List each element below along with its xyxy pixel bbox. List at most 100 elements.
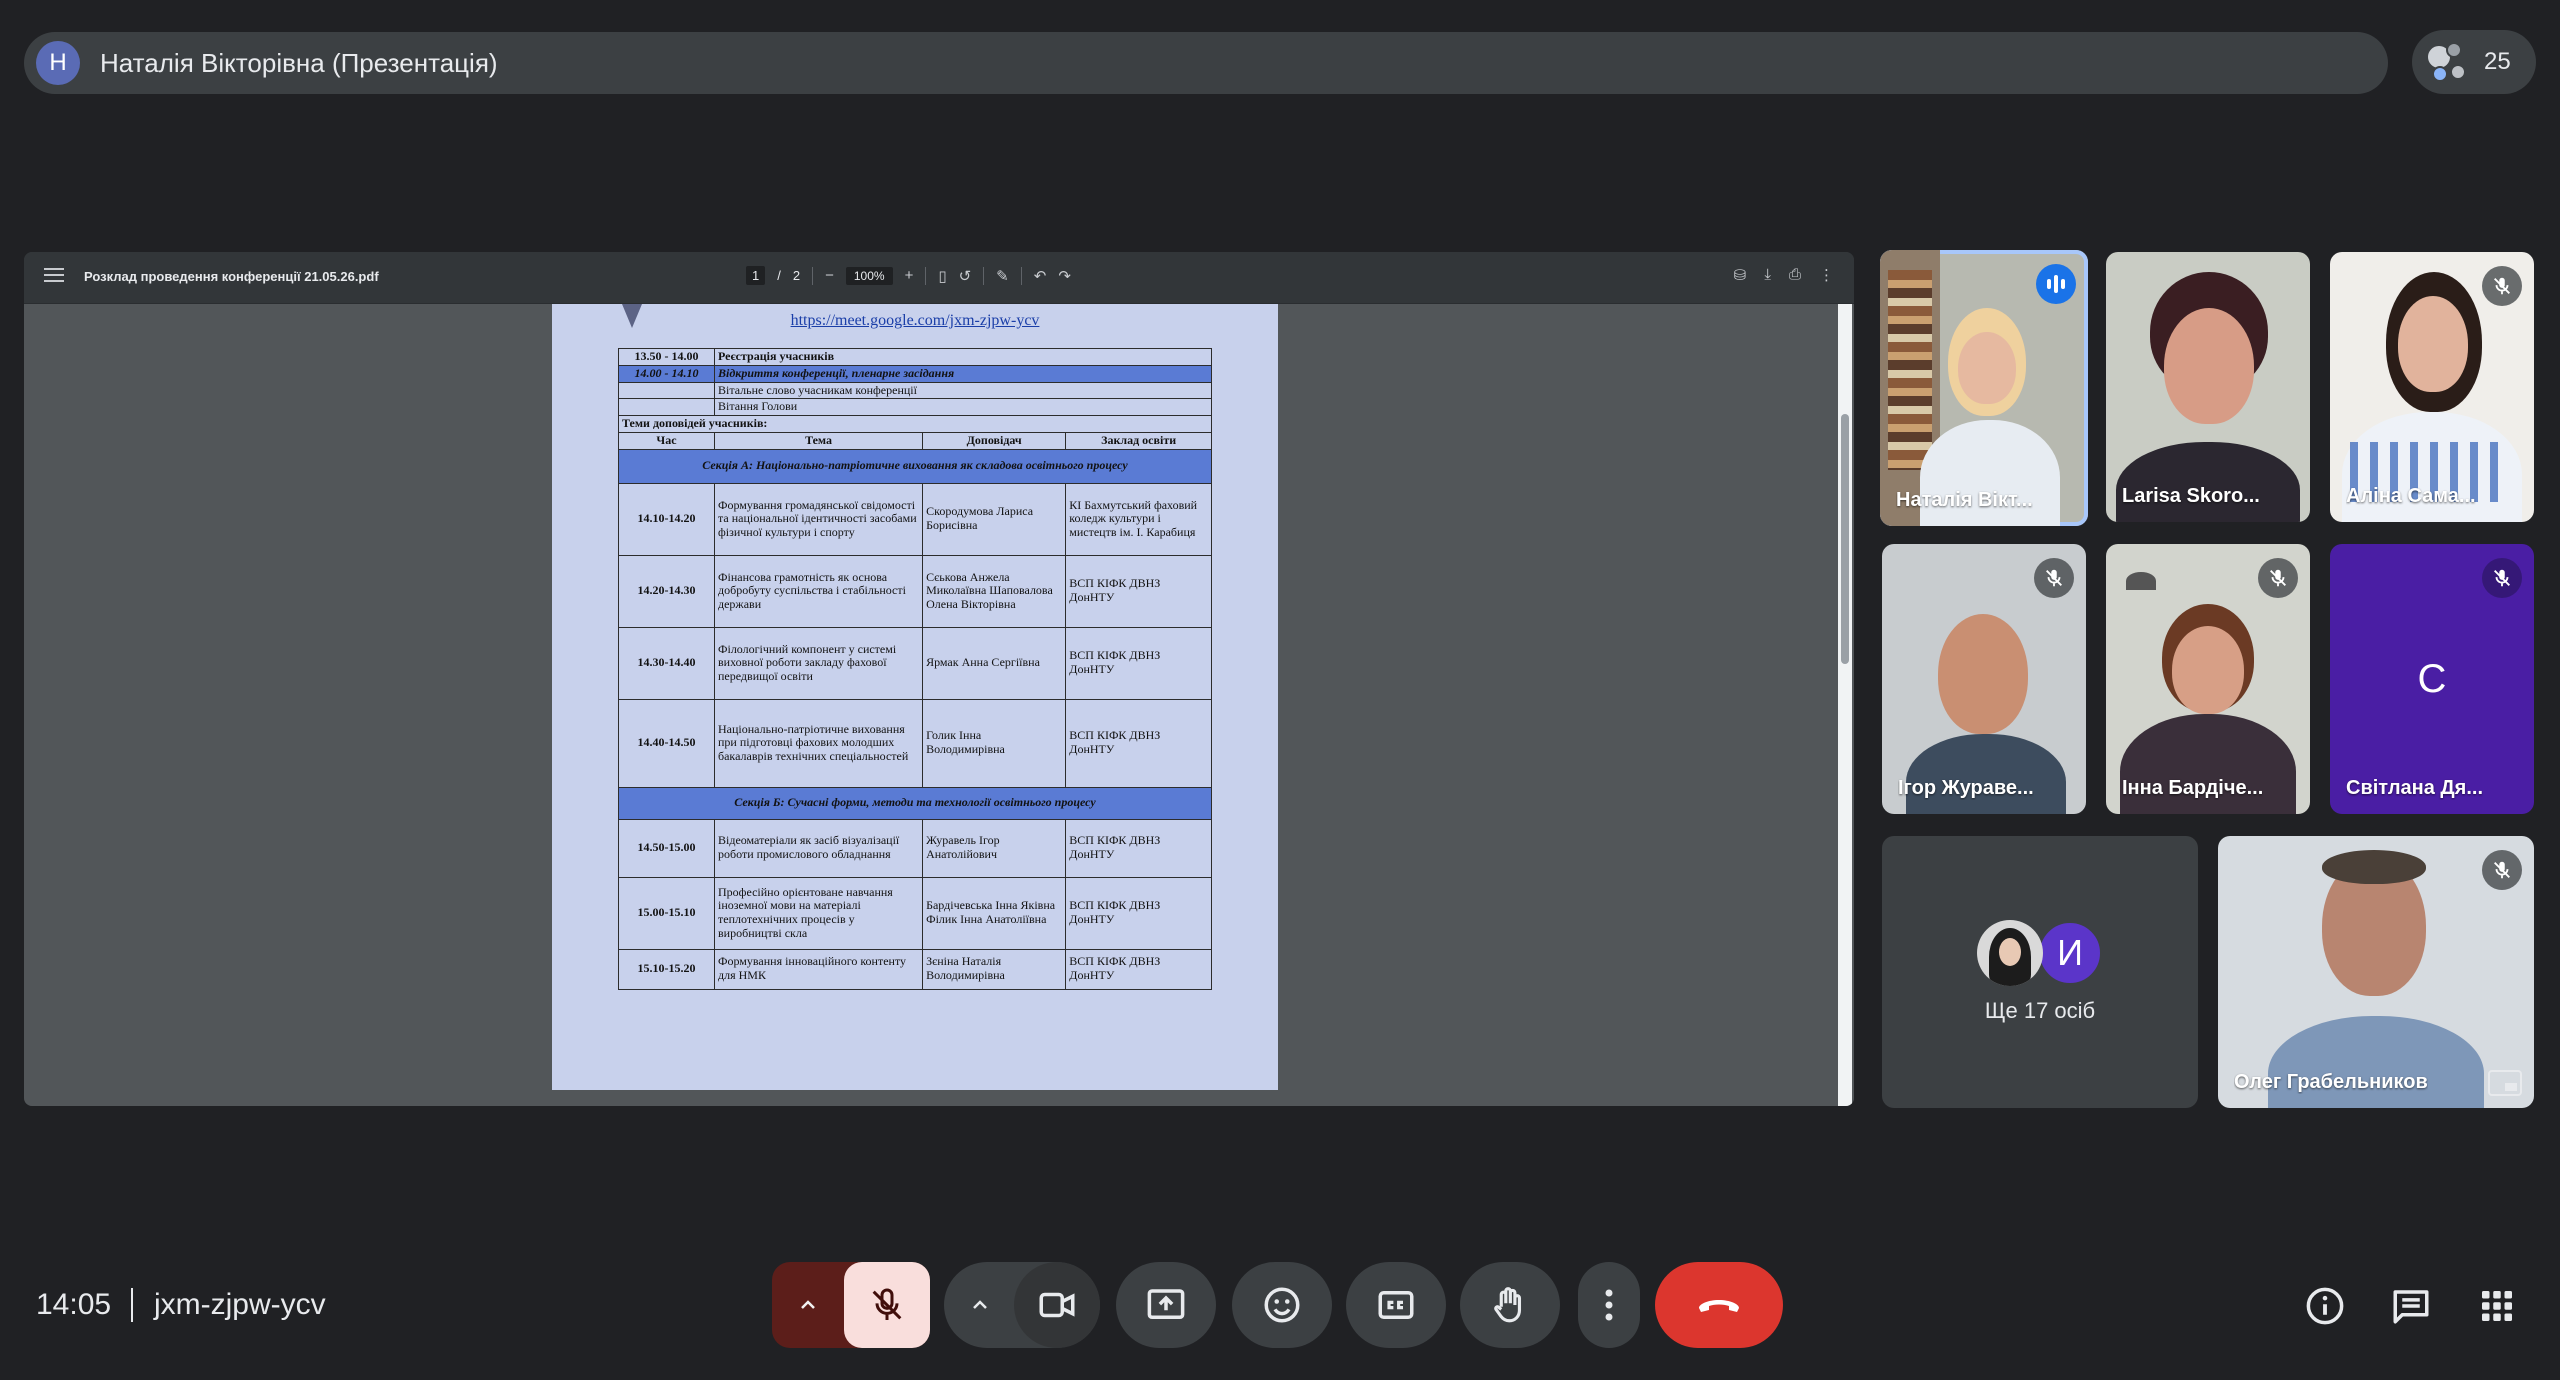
schedule-table: 13.50 - 14.00 Реєстрація учасників 14.00…: [618, 348, 1212, 990]
section-a-title: Секція А: Національно-патріотичне вихова…: [618, 448, 1212, 484]
picture-in-picture-icon[interactable]: [2488, 1070, 2522, 1096]
zoom-in-icon[interactable]: +: [905, 267, 914, 284]
topic-cell: Філологічний компонент у системі виховно…: [713, 626, 924, 700]
divider: [131, 1288, 133, 1322]
divider: [812, 266, 814, 285]
presenter-avatar: Н: [36, 41, 80, 85]
table-row: 14.20-14.30 Фінансова грамотність як осн…: [618, 554, 1212, 628]
meeting-details-button[interactable]: [2302, 1283, 2348, 1329]
speaker-cell: Журавель Ігор Анатолійович: [922, 818, 1067, 878]
download-icon[interactable]: ⤓: [1764, 266, 1771, 284]
participant-tile[interactable]: Інна Бардіче...: [2106, 544, 2310, 814]
pdf-actions: ⛁ ⤓ ⎙ ⋮: [1734, 266, 1834, 284]
page-number-input[interactable]: 1: [746, 266, 766, 285]
table-row: 15.00-15.10 Професійно орієнтоване навча…: [618, 876, 1212, 950]
topic-cell: Формування громадянської свідомості та н…: [713, 482, 924, 556]
camera-control: [944, 1262, 1100, 1348]
text-cell: Вітальне слово учасникам конференції: [714, 381, 1212, 400]
time-cell: 14.00 - 14.10: [618, 364, 715, 383]
save-icon[interactable]: ⛁: [1734, 266, 1747, 284]
raise-hand-button[interactable]: [1460, 1262, 1560, 1348]
presenter-bar[interactable]: Н Наталія Вікторівна (Презентація): [24, 32, 2388, 94]
time-cell: 14.40-14.50: [618, 698, 715, 788]
mic-off-icon: [872, 1288, 902, 1320]
school-cell: ВСП КІФК ДВНЗ ДонНТУ: [1065, 818, 1212, 878]
header-cell: Доповідач: [922, 431, 1067, 450]
section-row: Секція А: Національно-патріотичне вихова…: [618, 448, 1212, 484]
time-cell: 14.20-14.30: [618, 554, 715, 628]
participant-tile[interactable]: С Світлана Дя...: [2330, 544, 2534, 814]
participant-name: Larisa Skoro...: [2122, 485, 2260, 507]
topic-cell: Фінансова грамотність як основа добробут…: [713, 554, 924, 628]
rotate-icon[interactable]: ↺: [959, 267, 972, 285]
scrollbar-thumb[interactable]: [1841, 414, 1849, 664]
time-cell: 15.10-15.20: [618, 948, 715, 990]
videocam-icon: [1039, 1292, 1075, 1318]
redo-icon[interactable]: ↷: [1058, 267, 1071, 285]
camera-button[interactable]: [1014, 1262, 1100, 1348]
text-cell: Вітання Голови: [714, 398, 1212, 417]
meeting-clock: 14:05: [36, 1288, 112, 1321]
participant-name: Наталія Вікт...: [1896, 489, 2033, 511]
video-options-chevron-up-icon[interactable]: [944, 1262, 1016, 1348]
time-cell: 14.50-15.00: [618, 818, 715, 878]
pdf-controls: 1 / 2 − 100% + ▯ ↺ ✎ ↶ ↷: [746, 266, 1071, 285]
topic-cell: Національно-патріотичне виховання при пі…: [713, 698, 924, 788]
people-avatars-icon: [2426, 40, 2470, 84]
header-cell: Час: [618, 431, 715, 450]
participant-tile[interactable]: Larisa Skoro...: [2106, 252, 2310, 522]
meeting-code: jxm-zjpw-ycv: [154, 1288, 326, 1321]
menu-icon[interactable]: [44, 268, 64, 284]
closed-caption-icon: [1378, 1291, 1414, 1319]
participant-tile[interactable]: Олег Грабельников: [2218, 836, 2534, 1108]
more-options-button[interactable]: [1578, 1262, 1640, 1348]
microphone-off-button[interactable]: [844, 1262, 930, 1348]
participant-name: Ігор Жураве...: [1898, 777, 2034, 799]
zoom-out-icon[interactable]: −: [825, 267, 834, 284]
microphone-control: [772, 1262, 930, 1348]
pdf-toolbar: Розклад проведення конференції 21.05.26.…: [24, 252, 1854, 304]
more-participants-tile[interactable]: И Ще 17 осіб: [1882, 836, 2198, 1108]
draw-icon[interactable]: ✎: [996, 267, 1009, 285]
page-separator: /: [777, 268, 781, 283]
meet-link[interactable]: https://meet.google.com/jxm-zjpw-ycv: [552, 312, 1278, 330]
speaker-cell: Скородумова Лариса Борисівна: [922, 482, 1067, 556]
print-icon[interactable]: ⎙: [1789, 266, 1801, 284]
speaker-cell: Голик Інна Володимирівна: [922, 698, 1067, 788]
section-b-title: Секція Б: Сучасні форми, методи та техно…: [618, 786, 1212, 820]
fit-page-icon[interactable]: ▯: [938, 267, 946, 285]
participant-video: [2106, 252, 2310, 522]
pdf-filename: Розклад проведення конференції 21.05.26.…: [84, 269, 379, 284]
muted-mic-icon: [2482, 266, 2522, 306]
shared-screen: Розклад проведення конференції 21.05.26.…: [24, 252, 1854, 1106]
table-row: Теми доповідей учасників:: [618, 415, 1212, 433]
chat-button[interactable]: [2388, 1283, 2434, 1329]
muted-mic-icon: [2482, 850, 2522, 890]
divider: [1020, 266, 1022, 285]
present-to-all-icon: [1147, 1289, 1185, 1319]
topics-label: Теми доповідей учасників:: [618, 415, 1212, 433]
activities-button[interactable]: [2474, 1283, 2520, 1329]
present-screen-button[interactable]: [1116, 1262, 1216, 1348]
zoom-input[interactable]: 100%: [845, 266, 893, 285]
captions-button[interactable]: [1346, 1262, 1446, 1348]
participant-tile[interactable]: Наталія Вікт...: [1880, 250, 2088, 526]
participant-tile[interactable]: Ігор Жураве...: [1882, 544, 2086, 814]
undo-icon[interactable]: ↶: [1034, 267, 1047, 285]
meet-window: Н Наталія Вікторівна (Презентація) 25 Ро…: [0, 0, 2560, 1380]
table-row: 14.30-14.40 Філологічний компонент у сис…: [618, 626, 1212, 700]
call-end-icon: [1699, 1300, 1739, 1312]
more-vert-icon[interactable]: ⋮: [1819, 266, 1834, 284]
reactions-button[interactable]: [1232, 1262, 1332, 1348]
participant-tile[interactable]: Аліна Сама...: [2330, 252, 2534, 522]
pdf-viewport[interactable]: https://meet.google.com/jxm-zjpw-ycv 13.…: [24, 304, 1854, 1106]
table-row: 13.50 - 14.00 Реєстрація учасників: [618, 348, 1212, 366]
people-button[interactable]: 25: [2412, 30, 2536, 94]
audio-options-chevron-up-icon[interactable]: [772, 1262, 844, 1348]
table-row: 14.40-14.50 Національно-патріотичне вихо…: [618, 698, 1212, 788]
presenter-title: Наталія Вікторівна (Презентація): [100, 47, 498, 78]
section-row: Секція Б: Сучасні форми, методи та техно…: [618, 786, 1212, 820]
leave-call-button[interactable]: [1655, 1262, 1783, 1348]
school-cell: ВСП КІФК ДВНЗ ДонНТУ: [1065, 876, 1212, 950]
scrollbar[interactable]: [1838, 304, 1852, 1106]
